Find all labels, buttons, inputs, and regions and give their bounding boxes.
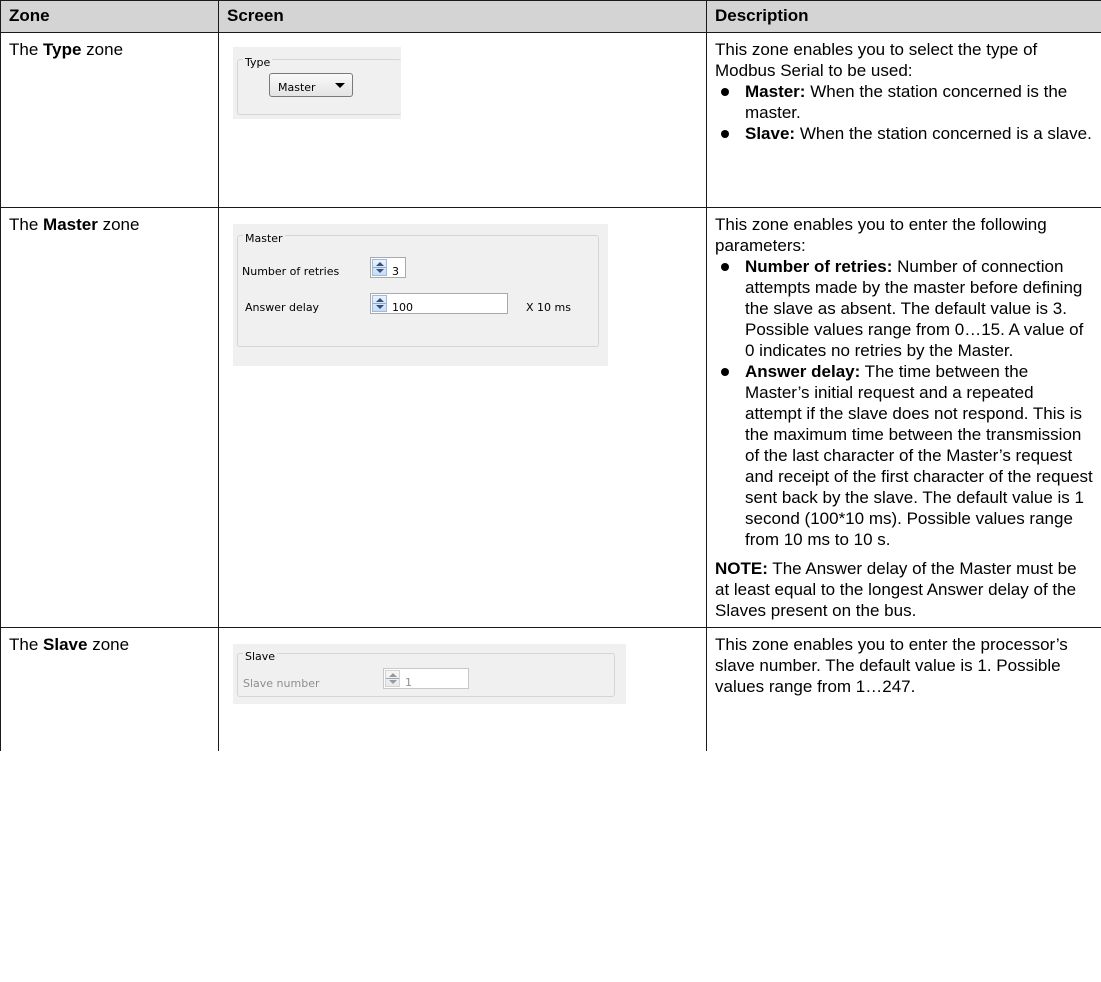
note-label: NOTE:: [715, 559, 768, 578]
header-row: Zone Screen Description: [0, 0, 1101, 33]
header-zone: Zone: [0, 0, 219, 33]
arrow-down-icon[interactable]: [376, 305, 384, 309]
master-group-label: Master: [243, 228, 285, 249]
zone-cell-slave: The Slave zone: [0, 627, 219, 751]
slave-zone-screenshot: Slave Slave number 1: [233, 644, 626, 704]
slave-number-value: 1: [405, 676, 412, 689]
item-term: Answer delay:: [745, 362, 861, 381]
item-text: When the station concerned is a slave.: [795, 124, 1092, 143]
zone-prefix: The: [9, 635, 44, 654]
slave-group-label: Slave: [243, 646, 278, 667]
spinner-buttons[interactable]: [372, 295, 387, 312]
description-cell-slave: This zone enables you to enter the proce…: [706, 627, 1101, 751]
type-zone-screenshot: Type Master: [233, 47, 401, 119]
master-note: NOTE: The Answer delay of the Master mus…: [715, 558, 1093, 621]
master-groupbox: Master: [237, 228, 599, 347]
item-term: Number of retries:: [745, 257, 893, 276]
zone-suffix: zone: [87, 635, 130, 654]
header-screen: Screen: [218, 0, 707, 33]
type-description-intro: This zone enables you to select the type…: [715, 40, 1038, 80]
screen-cell-master: Master Number of retries 3 Answer delay …: [218, 207, 707, 628]
zone-name: Type: [43, 40, 82, 59]
type-select[interactable]: Master: [269, 73, 353, 97]
list-item: Master: When the station concerned is th…: [715, 81, 1093, 123]
answer-delay-label: Answer delay: [245, 301, 320, 314]
item-term: Master:: [745, 82, 806, 101]
spinner-buttons[interactable]: [372, 259, 387, 276]
zone-name: Slave: [43, 635, 88, 654]
master-zone-screenshot: Master Number of retries 3 Answer delay …: [233, 224, 608, 366]
zone-name: Master: [43, 215, 98, 234]
zone-cell-master: The Master zone: [0, 207, 219, 628]
chevron-down-icon[interactable]: [335, 83, 345, 88]
description-cell-type: This zone enables you to select the type…: [706, 32, 1101, 208]
retries-label: Number of retries: [242, 265, 340, 278]
arrow-up-icon[interactable]: [376, 298, 384, 302]
list-item: Answer delay: The time between the Maste…: [715, 361, 1093, 550]
zone-suffix: zone: [97, 215, 140, 234]
answer-delay-value: 100: [392, 301, 413, 314]
master-parameters-list: Number of retries: Number of connection …: [715, 256, 1093, 550]
zone-prefix: The: [9, 40, 44, 59]
screen-cell-slave: Slave Slave number 1: [218, 627, 707, 751]
type-group-label: Type: [243, 52, 273, 73]
answer-delay-unit: X 10 ms: [526, 301, 571, 314]
retries-value: 3: [392, 265, 399, 278]
table-row-slave: The Slave zone Slave Slave number 1 This…: [0, 627, 1101, 751]
table-row-master: The Master zone Master Number of retries…: [0, 207, 1101, 628]
slave-number-label: Slave number: [243, 677, 320, 690]
note-text: The Answer delay of the Master must be a…: [715, 559, 1077, 620]
table-row-type: The Type zone Type Master This zone enab…: [0, 32, 1101, 208]
zone-cell-type: The Type zone: [0, 32, 219, 208]
spinner-buttons[interactable]: [385, 670, 400, 687]
header-description: Description: [706, 0, 1101, 33]
item-text: The time between the Master’s initial re…: [745, 362, 1093, 549]
slave-description-intro: This zone enables you to enter the proce…: [715, 635, 1068, 696]
zone-suffix: zone: [81, 40, 124, 59]
type-select-value: Master: [278, 81, 316, 94]
arrow-down-icon[interactable]: [389, 680, 397, 684]
list-item: Number of retries: Number of connection …: [715, 256, 1093, 361]
description-cell-master: This zone enables you to enter the follo…: [706, 207, 1101, 628]
arrow-down-icon[interactable]: [376, 269, 384, 273]
screen-cell-type: Type Master: [218, 32, 707, 208]
master-description-intro: This zone enables you to enter the follo…: [715, 215, 1047, 255]
answer-delay-stepper[interactable]: 100: [370, 293, 508, 314]
item-term: Slave:: [745, 124, 796, 143]
arrow-up-icon[interactable]: [389, 673, 397, 677]
slave-number-stepper[interactable]: 1: [383, 668, 469, 689]
zone-table: Zone Screen Description The Type zone Ty…: [0, 0, 1101, 751]
list-item: Slave: When the station concerned is a s…: [715, 123, 1093, 144]
arrow-up-icon[interactable]: [376, 262, 384, 266]
retries-stepper[interactable]: 3: [370, 257, 406, 278]
zone-prefix: The: [9, 215, 44, 234]
type-options-list: Master: When the station concerned is th…: [715, 81, 1093, 144]
